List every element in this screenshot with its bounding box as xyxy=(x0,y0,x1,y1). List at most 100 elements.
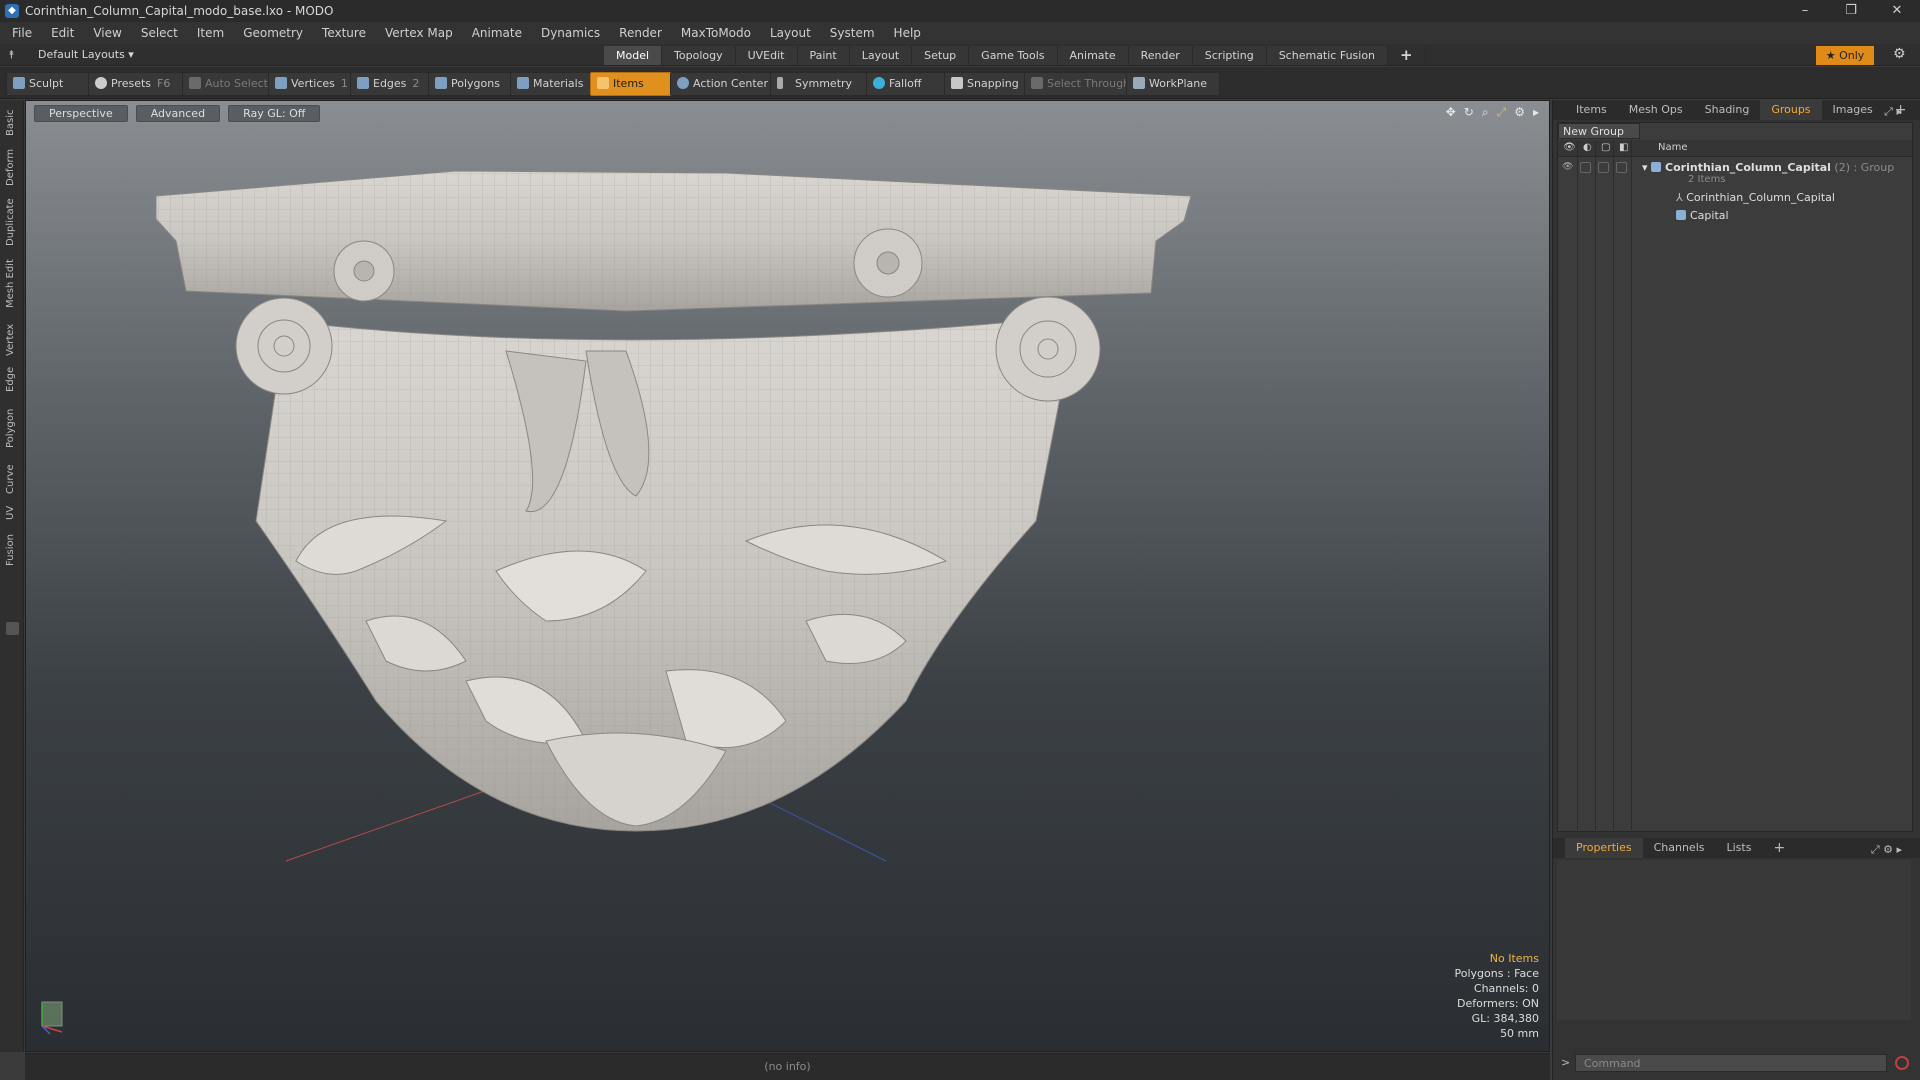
menu-system[interactable]: System xyxy=(830,26,875,40)
tab-layout[interactable]: Layout xyxy=(849,46,913,65)
stop-icon[interactable] xyxy=(1895,1056,1909,1070)
menu-help[interactable]: Help xyxy=(894,26,921,40)
add-tab-button[interactable]: + xyxy=(1388,46,1426,65)
row-render-toggle[interactable] xyxy=(1580,162,1591,173)
child-tree-item: ⅄ Corinthian_Column_Capital xyxy=(1676,191,1835,204)
tab-shading[interactable]: Shading xyxy=(1694,100,1761,120)
tool-bar: Sculpt Presets F6 Auto Select Vertices 1 E… xyxy=(0,67,1920,99)
auto-select-icon xyxy=(189,77,201,89)
panel-expand-icon[interactable]: ⤢ ▸ xyxy=(1873,102,1913,122)
workplane-button[interactable]: WorkPlane xyxy=(1126,72,1220,96)
items-button[interactable]: Items xyxy=(590,72,678,96)
presets-icon xyxy=(95,77,107,89)
restore-button[interactable]: ❐ xyxy=(1828,0,1874,22)
select-through-button[interactable]: Select Through xyxy=(1024,72,1136,96)
minimize-button[interactable]: – xyxy=(1782,0,1828,22)
tab-paint[interactable]: Paint xyxy=(797,46,850,65)
tab-schematic-fusion[interactable]: Schematic Fusion xyxy=(1266,46,1389,65)
symmetry-button[interactable]: Symmetry xyxy=(770,72,878,96)
layout-dropdown[interactable]: Default Layouts ▾ xyxy=(38,48,134,61)
menu-file[interactable]: File xyxy=(12,26,32,40)
presets-button[interactable]: Presets F6 xyxy=(88,72,186,96)
menu-render[interactable]: Render xyxy=(619,26,662,40)
new-group-button[interactable]: New Group xyxy=(1558,123,1640,139)
tab-channels[interactable]: Channels xyxy=(1643,838,1716,858)
polygon-icon xyxy=(435,77,447,89)
vertices-button[interactable]: Vertices 1 xyxy=(268,72,362,96)
layout-arrow-icon[interactable]: ⯭ xyxy=(8,48,15,62)
menu-vertex-map[interactable]: Vertex Map xyxy=(385,26,453,40)
groups-header: 👁 ◐ ▢ ◧ Name xyxy=(1558,140,1912,157)
tab-setup[interactable]: Setup xyxy=(912,46,970,65)
zoom-icon[interactable]: ⌕ xyxy=(1482,105,1489,120)
tab-render[interactable]: Render xyxy=(1128,46,1193,65)
close-button[interactable]: ✕ xyxy=(1874,0,1920,22)
action-center-button[interactable]: Action Center xyxy=(670,72,780,96)
auto-select-button[interactable]: Auto Select xyxy=(182,72,280,96)
axis-gizmo xyxy=(36,998,68,1041)
viewport-raygl-tab[interactable]: Ray GL: Off xyxy=(228,105,321,122)
lock-icon[interactable]: ▢ xyxy=(1601,142,1610,153)
edge-icon xyxy=(357,77,369,89)
tab-mesh-ops[interactable]: Mesh Ops xyxy=(1618,100,1694,120)
group-child-row[interactable]: Capital xyxy=(1558,208,1912,226)
menu-texture[interactable]: Texture xyxy=(322,26,366,40)
tab-items[interactable]: Items xyxy=(1565,100,1618,120)
menu-geometry[interactable]: Geometry xyxy=(243,26,303,40)
pan-icon[interactable]: ✥ xyxy=(1446,105,1456,120)
row-lock-toggle[interactable] xyxy=(1598,162,1609,173)
group-child-row[interactable]: ⅄ Corinthian_Column_Capital xyxy=(1558,190,1912,208)
expand-arrow-icon[interactable]: ▸ xyxy=(1533,105,1539,120)
layout-tabs: Model Topology UVEdit Paint Layout Setup… xyxy=(604,46,1426,65)
menu-select[interactable]: Select xyxy=(141,26,178,40)
modo-logo-icon: ◆ xyxy=(5,4,19,18)
toggle-panel-button[interactable] xyxy=(6,622,19,635)
corinthian-capital-model[interactable] xyxy=(155,170,1192,832)
menu-item[interactable]: Item xyxy=(197,26,224,40)
tab-animate[interactable]: Animate xyxy=(1057,46,1129,65)
menu-view[interactable]: View xyxy=(93,26,121,40)
tab-topology[interactable]: Topology xyxy=(662,46,736,65)
item-icon xyxy=(597,77,609,89)
viewport-settings-icon[interactable]: ⚙ xyxy=(1514,105,1525,120)
tab-model[interactable]: Model xyxy=(604,46,663,65)
row-visibility-icon[interactable]: 👁 xyxy=(1562,162,1573,173)
tab-game-tools[interactable]: Game Tools xyxy=(969,46,1058,65)
viewport-advanced-tab[interactable]: Advanced xyxy=(135,105,221,122)
tab-uvedit[interactable]: UVEdit xyxy=(735,46,798,65)
mesh-icon xyxy=(1676,210,1686,220)
snapping-button[interactable]: Snapping xyxy=(944,72,1036,96)
action-center-icon xyxy=(677,77,689,89)
row-select-toggle[interactable] xyxy=(1616,162,1627,173)
viewport-perspective-tab[interactable]: Perspective xyxy=(34,105,128,122)
render-toggle-icon[interactable]: ◐ xyxy=(1583,142,1592,153)
gear-icon[interactable]: ⚙ xyxy=(1893,46,1906,62)
fit-icon[interactable]: ⤢ xyxy=(1497,105,1507,120)
tab-scripting[interactable]: Scripting xyxy=(1192,46,1267,65)
menu-dynamics[interactable]: Dynamics xyxy=(541,26,600,40)
tab-groups[interactable]: Groups xyxy=(1760,100,1822,120)
bottom-panel-expand-icon[interactable]: ⤢ ⚙ ▸ xyxy=(1860,840,1913,860)
3d-viewport[interactable]: Perspective Advanced Ray GL: Off ✥ ↻ ⌕ ⤢… xyxy=(25,100,1550,1052)
sculpt-button[interactable]: Sculpt xyxy=(6,72,100,96)
only-button[interactable]: ★ Only xyxy=(1816,46,1874,65)
tab-properties[interactable]: Properties xyxy=(1565,838,1643,858)
select-lock-icon[interactable]: ◧ xyxy=(1619,142,1628,153)
edges-button[interactable]: Edges 2 xyxy=(350,72,440,96)
material-icon xyxy=(517,77,529,89)
command-input[interactable]: Command xyxy=(1575,1054,1887,1072)
menu-animate[interactable]: Animate xyxy=(472,26,522,40)
layout-bar: ⯭ Default Layouts ▾ Model Topology UVEdi… xyxy=(0,44,1920,66)
materials-button[interactable]: Materials xyxy=(510,72,602,96)
polygons-button[interactable]: Polygons xyxy=(428,72,518,96)
add-bottom-tab-button[interactable]: + xyxy=(1762,838,1796,858)
visibility-eye-icon[interactable]: 👁 xyxy=(1563,142,1576,153)
tab-lists[interactable]: Lists xyxy=(1716,838,1763,858)
menu-edit[interactable]: Edit xyxy=(51,26,74,40)
rotate-icon[interactable]: ↻ xyxy=(1464,105,1474,120)
falloff-button[interactable]: Falloff xyxy=(866,72,956,96)
menu-maxtomodo[interactable]: MaxToModo xyxy=(681,26,751,40)
menu-layout[interactable]: Layout xyxy=(770,26,811,40)
column-divider xyxy=(1613,140,1614,830)
column-divider xyxy=(1631,140,1632,830)
